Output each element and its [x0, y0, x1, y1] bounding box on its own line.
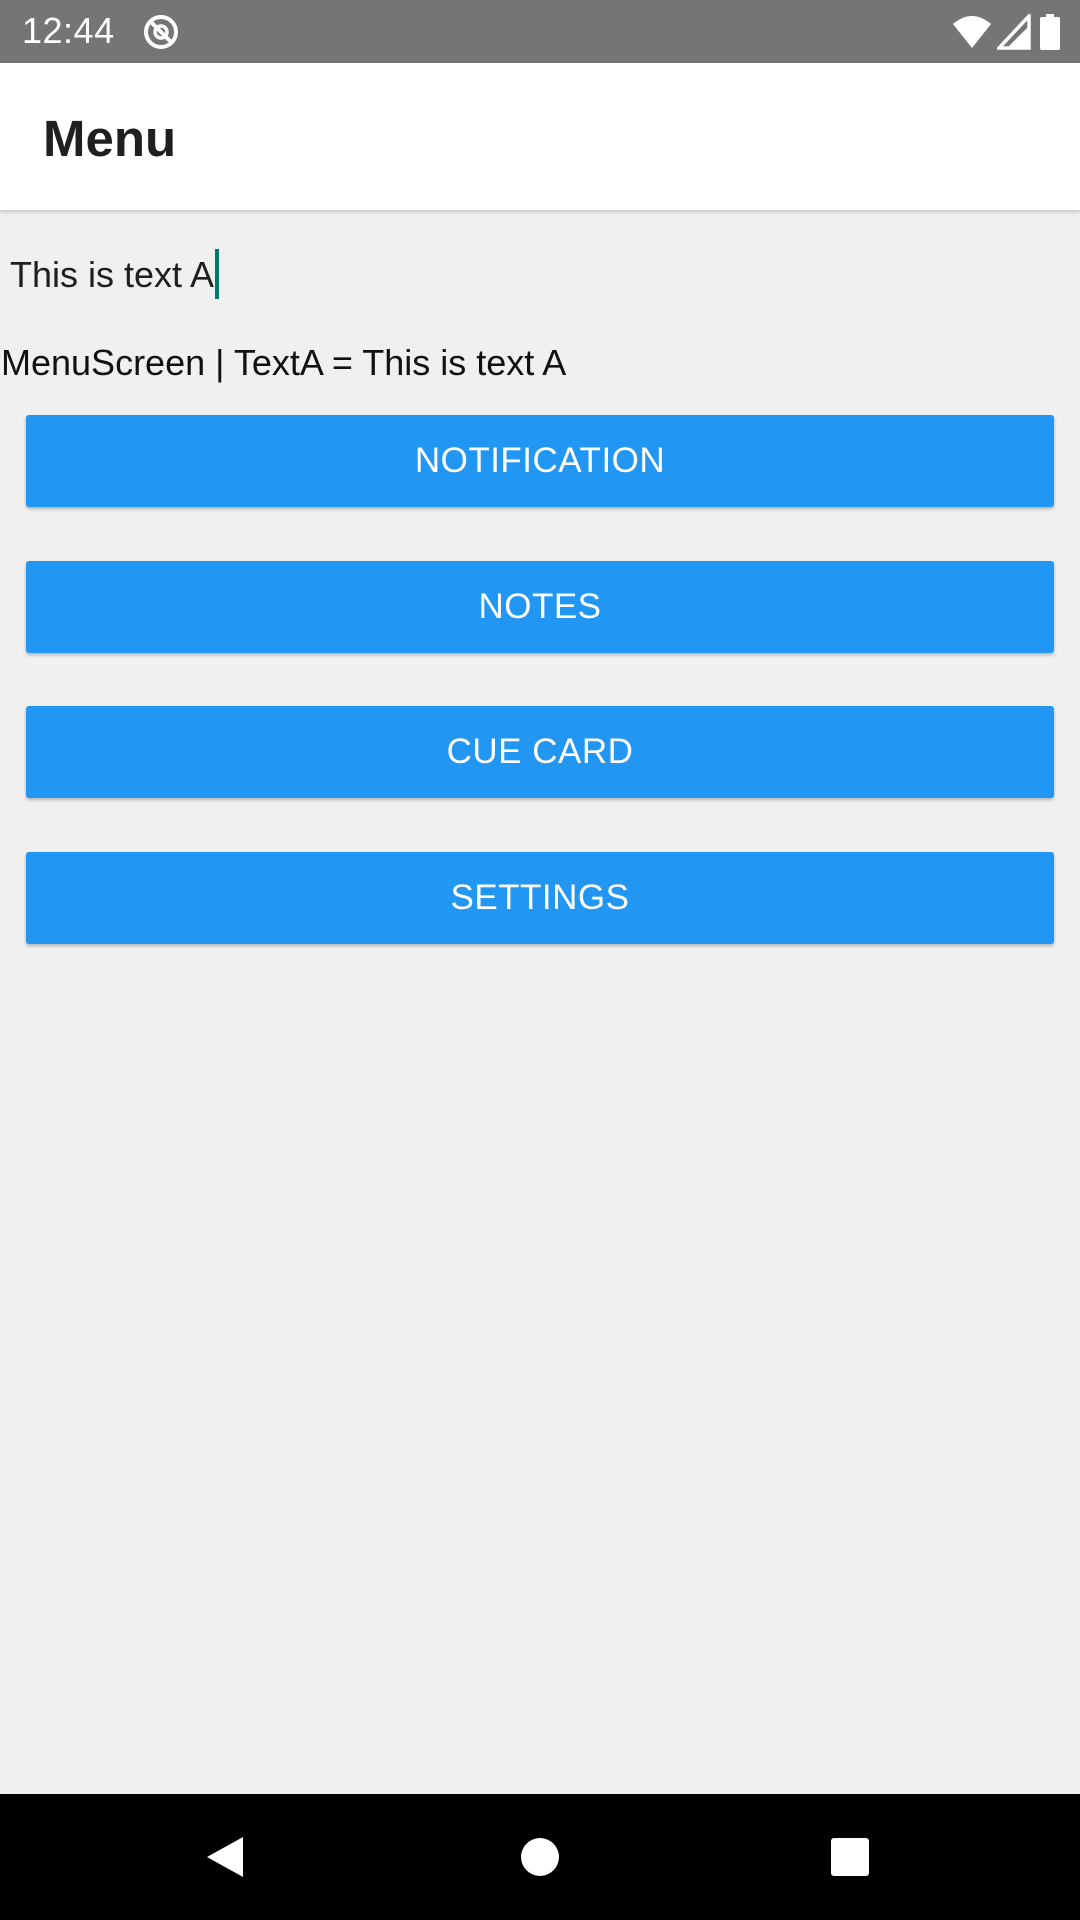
text-input-value: This is text A — [10, 254, 215, 295]
navigation-bar — [0, 1794, 1080, 1920]
recents-button[interactable] — [770, 1794, 930, 1920]
back-icon — [207, 1837, 243, 1877]
dnd-icon — [142, 13, 180, 51]
recents-icon — [831, 1838, 869, 1876]
back-button[interactable] — [145, 1794, 305, 1920]
home-button[interactable] — [460, 1794, 620, 1920]
main-content: This is text A MenuScreen | TextA = This… — [0, 210, 1080, 1794]
settings-button[interactable]: SETTINGS — [26, 852, 1054, 944]
notes-button[interactable]: NOTES — [26, 561, 1054, 653]
cue-card-button[interactable]: CUE CARD — [26, 706, 1054, 798]
text-input[interactable]: This is text A — [10, 246, 220, 304]
page-title: Menu — [43, 110, 177, 167]
home-icon — [521, 1838, 559, 1876]
notification-button[interactable]: NOTIFICATION — [26, 415, 1054, 507]
app-bar: Menu — [0, 63, 1080, 210]
text-caret — [215, 249, 220, 300]
status-time: 12:44 — [22, 10, 115, 51]
info-text: MenuScreen | TextA = This is text A — [1, 342, 567, 383]
status-bar: 12:44 — [0, 0, 1080, 63]
